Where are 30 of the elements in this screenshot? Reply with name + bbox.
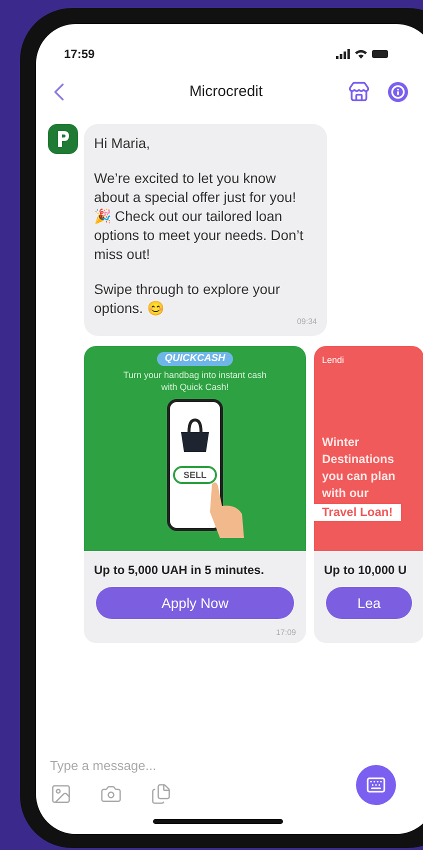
signal-icon: [336, 49, 350, 59]
message-input[interactable]: Type a message...: [50, 756, 250, 775]
gallery-icon[interactable]: [50, 783, 72, 805]
offer-headline: Up to 10,000 U: [323, 562, 408, 579]
keyboard-button[interactable]: [356, 765, 396, 805]
card-time: 17:09: [276, 627, 297, 639]
keyboard-icon: [366, 775, 386, 795]
camera-icon[interactable]: [100, 783, 122, 805]
banner-caption: Turn your handbag into instant cash with Quick Cash!: [122, 369, 268, 393]
store-icon: [348, 81, 370, 103]
chat-title: Microcredit: [188, 82, 264, 102]
message-text: Swipe through to explore your options. 😊: [94, 280, 281, 318]
offer-headline: Up to 5,000 UAH in 5 minutes.: [93, 562, 266, 579]
logo-icon: [55, 129, 71, 149]
banner-caption: Winter Destinations you can plan with our: [321, 434, 396, 502]
apply-button[interactable]: Lea: [326, 587, 412, 619]
status-time: 17:59: [64, 46, 95, 63]
brand-logo: QUICKCASH: [156, 352, 234, 366]
store-button[interactable]: [348, 81, 370, 103]
brand-logo: Lendi: [321, 354, 346, 366]
message-text: We’re excited to let you know about a special offer just for you! 🎉 Check out our tailored loan options to meet your needs. Don’t miss out!: [94, 169, 304, 264]
info-icon: [391, 85, 405, 99]
apply-button[interactable]: Apply Now: [96, 587, 294, 619]
info-button[interactable]: [388, 82, 408, 102]
message-time: 09:34: [296, 316, 317, 328]
wifi-icon: [354, 49, 368, 59]
banner-highlight: Travel Loan!: [314, 504, 401, 521]
message-text: Hi Maria,: [94, 134, 152, 153]
battery-icon: [372, 50, 388, 58]
files-icon[interactable]: [150, 783, 172, 805]
